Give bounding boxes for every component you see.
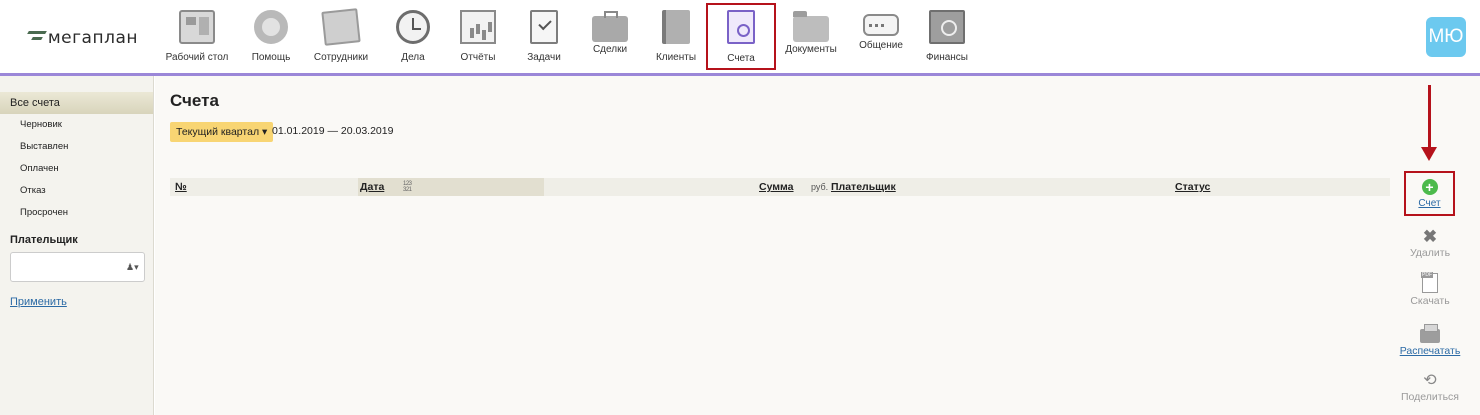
payer-filter-heading: Плательщик — [10, 234, 78, 246]
nav-label-employees: Сотрудники — [313, 52, 369, 63]
download-button[interactable]: Скачать — [1395, 272, 1465, 307]
top-navigation: мегаплан Рабочий стол Помощь Сотрудники … — [0, 0, 1480, 74]
clock-icon — [396, 10, 430, 44]
share-label: Поделиться — [1401, 391, 1459, 403]
sidebar-item-draft[interactable]: Черновик — [0, 114, 153, 136]
delete-label: Удалить — [1409, 247, 1451, 259]
desktop-icon — [179, 10, 215, 44]
sidebar: Все счета Черновик Выставлен Оплачен Отк… — [0, 76, 154, 415]
nav-label-documents: Документы — [785, 44, 837, 55]
sidebar-item-all-invoices[interactable]: Все счета — [0, 92, 153, 114]
new-invoice-button[interactable]: + Счет — [1404, 171, 1455, 216]
share-button[interactable]: ⟲ Поделиться — [1395, 372, 1465, 404]
sidebar-item-paid[interactable]: Оплачен — [0, 158, 153, 180]
nav-item-invoices[interactable]: Счета — [706, 3, 776, 70]
logo-mark-icon — [28, 31, 46, 45]
safe-icon — [929, 10, 965, 44]
print-button[interactable]: Распечатать — [1395, 324, 1465, 357]
invoice-table-header: № Дата 123 321 Сумма руб. Плательщик Стат… — [170, 178, 1390, 196]
column-header-date[interactable]: Дата — [360, 181, 384, 193]
delete-button[interactable]: ✖ Удалить — [1395, 227, 1465, 259]
nav-label-help: Помощь — [251, 52, 291, 63]
nav-label-clients: Клиенты — [655, 52, 697, 63]
nav-item-employees[interactable]: Сотрудники — [306, 8, 376, 68]
period-dropdown[interactable]: Текущий квартал ▾ — [170, 122, 274, 142]
chart-icon — [460, 10, 496, 44]
period-range: 01.01.2019 — 20.03.2019 — [272, 125, 394, 137]
nav-label-finance: Финансы — [926, 52, 968, 63]
sidebar-item-issued[interactable]: Выставлен — [0, 136, 153, 158]
column-header-number[interactable]: № — [175, 181, 187, 193]
chevron-down-icon: ▾ — [259, 126, 268, 138]
logo-text: мегаплан — [47, 28, 138, 48]
download-label: Скачать — [1410, 295, 1450, 307]
date-column-highlight — [358, 178, 544, 196]
column-header-amount[interactable]: Сумма — [759, 181, 794, 193]
task-checklist-icon — [530, 10, 558, 44]
invoice-icon — [723, 10, 755, 50]
nav-label-tasks: Задачи — [527, 52, 561, 63]
new-invoice-label: Счет — [1418, 198, 1441, 209]
print-label: Распечатать — [1399, 345, 1461, 357]
period-dropdown-label: Текущий квартал — [176, 126, 260, 138]
nav-label-reports: Отчёты — [460, 52, 496, 63]
sort-icon[interactable]: 123 321 — [403, 181, 412, 193]
contact-picker-icon[interactable]: ♟▾ — [126, 262, 140, 274]
nav-label-communication: Общение — [859, 40, 903, 51]
plus-icon: + — [1421, 179, 1438, 195]
nav-item-clients[interactable]: Клиенты — [641, 8, 711, 68]
share-icon: ⟲ — [1423, 372, 1437, 389]
printer-icon — [1420, 324, 1440, 343]
contacts-book-icon — [662, 10, 690, 44]
megaplan-logo[interactable]: мегаплан — [28, 26, 138, 50]
main-content: Счета Текущий квартал ▾ 01.01.2019 — 20.… — [155, 76, 1480, 415]
briefcase-icon — [592, 11, 628, 42]
nav-label-invoices: Счета — [727, 53, 755, 64]
sidebar-item-overdue[interactable]: Просрочен — [0, 202, 153, 224]
user-avatar[interactable]: МЮ — [1426, 17, 1466, 57]
nav-item-documents[interactable]: Документы — [776, 8, 846, 68]
folder-icon — [793, 11, 829, 42]
annotation-arrow-shaft — [1428, 85, 1431, 150]
nav-item-desktop[interactable]: Рабочий стол — [162, 8, 232, 68]
column-header-status[interactable]: Статус — [1175, 181, 1210, 193]
nav-item-communication[interactable]: Общение — [846, 8, 916, 68]
employees-icon — [321, 8, 361, 46]
nav-item-reports[interactable]: Отчёты — [443, 8, 513, 68]
lifebuoy-icon — [254, 10, 288, 44]
chat-icon — [863, 14, 899, 36]
nav-item-finance[interactable]: Финансы — [912, 8, 982, 68]
nav-item-deals[interactable]: Сделки — [575, 8, 645, 68]
page-title: Счета — [170, 91, 219, 110]
nav-label-affairs: Дела — [401, 52, 425, 63]
amount-unit: руб. — [811, 182, 829, 192]
nav-label-desktop: Рабочий стол — [165, 52, 229, 63]
payer-filter-input[interactable]: ♟▾ — [10, 252, 145, 282]
column-header-payer[interactable]: Плательщик — [831, 181, 896, 193]
apply-filter-link[interactable]: Применить — [10, 296, 143, 308]
nav-item-affairs[interactable]: Дела — [378, 8, 448, 68]
delete-x-icon: ✖ — [1422, 227, 1438, 246]
sidebar-item-refused[interactable]: Отказ — [0, 180, 153, 202]
nav-item-help[interactable]: Помощь — [236, 8, 306, 68]
nav-item-tasks[interactable]: Задачи — [509, 8, 579, 68]
annotation-arrow-head — [1421, 147, 1437, 161]
nav-label-deals: Сделки — [592, 44, 628, 55]
pdf-icon — [1421, 272, 1438, 293]
